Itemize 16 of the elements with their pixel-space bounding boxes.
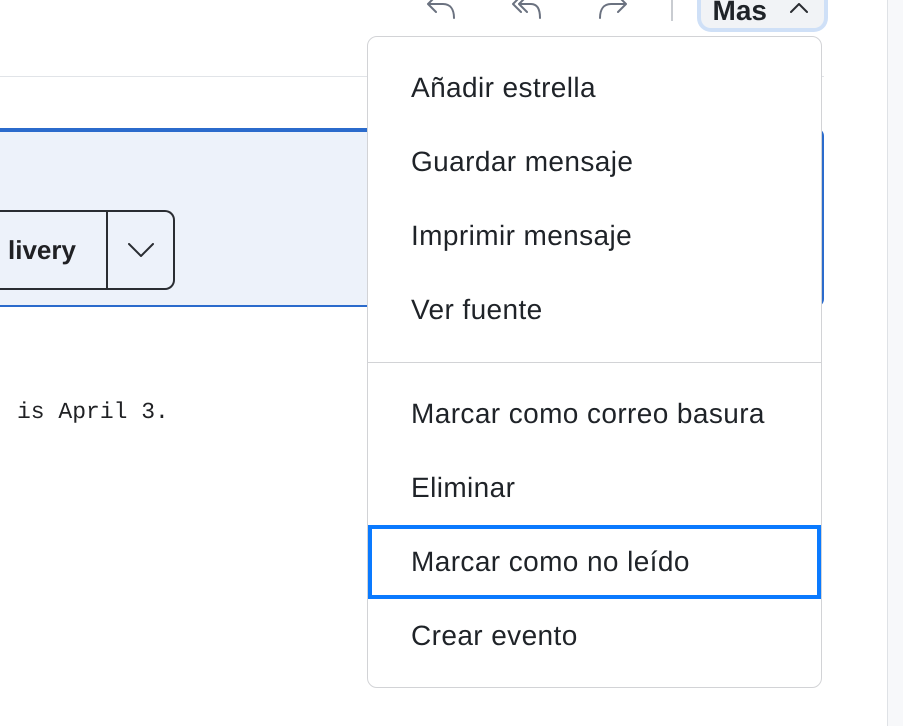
reply-all-icon[interactable]	[512, 0, 542, 19]
chevron-down-icon	[128, 243, 154, 257]
menu-item[interactable]: Crear evento	[368, 599, 821, 673]
menu-item[interactable]: Imprimir mensaje	[368, 199, 821, 273]
dropdown-toggle[interactable]	[108, 210, 175, 290]
menu-item[interactable]: Eliminar	[368, 451, 821, 525]
forward-icon[interactable]	[598, 0, 628, 19]
menu-item[interactable]: Guardar mensaje	[368, 125, 821, 199]
reply-icon[interactable]	[426, 0, 456, 19]
more-button[interactable]: Mas	[700, 0, 824, 28]
menu-item[interactable]: Marcar como correo basura	[368, 377, 821, 451]
menu-item[interactable]: Marcar como no leído	[368, 525, 821, 599]
menu-item[interactable]: Ver fuente	[368, 273, 821, 347]
action-button[interactable]: livery	[0, 210, 108, 290]
menu-item[interactable]: Añadir estrella	[368, 51, 821, 125]
message-text: is April 3.	[16, 398, 170, 427]
